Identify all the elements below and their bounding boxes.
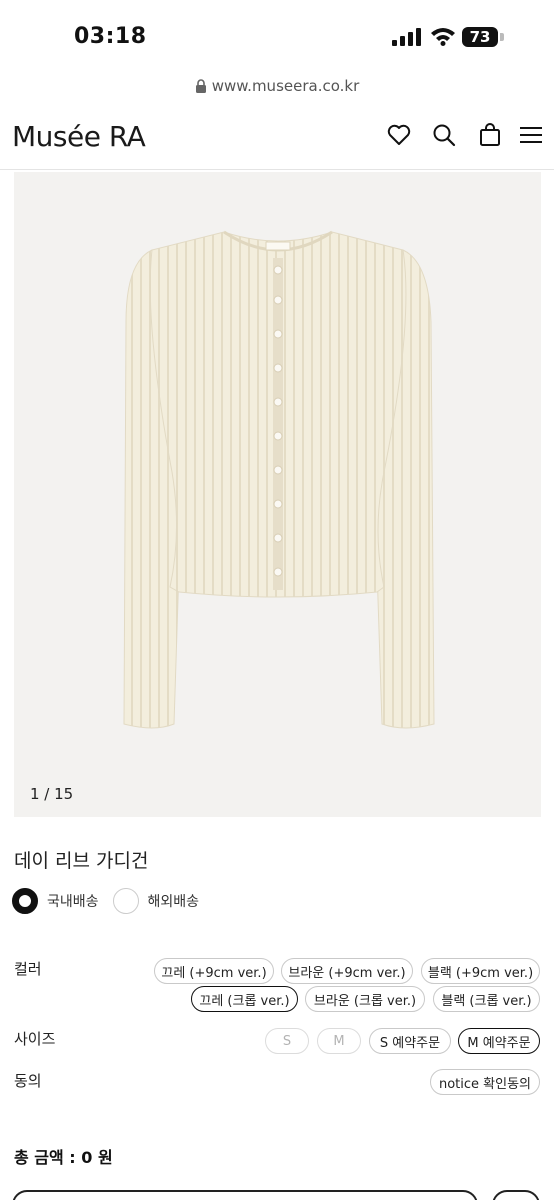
radio-domestic-label: 국내배송 — [47, 894, 99, 910]
color-label: 컬러 — [14, 960, 42, 978]
product-image[interactable]: 1 / 15 — [14, 172, 541, 817]
product-title: 데이 리브 가디건 — [14, 850, 149, 872]
color-chip-brown-9cm[interactable]: 브라운 (+9cm ver.) — [281, 958, 413, 984]
size-chip-s[interactable]: S — [265, 1028, 309, 1054]
bag-icon[interactable] — [477, 122, 503, 148]
size-chip-m-preorder[interactable]: M 예약주문 — [458, 1028, 540, 1054]
color-chip-kkre-crop[interactable]: 끄레 (크롭 ver.) — [191, 986, 298, 1012]
site-logo[interactable]: Musée RA — [12, 120, 146, 153]
radio-domestic[interactable] — [12, 888, 38, 914]
color-chip-kkre-9cm[interactable]: 끄레 (+9cm ver.) — [154, 958, 274, 984]
status-time: 03:18 — [74, 24, 147, 49]
radio-overseas[interactable] — [112, 888, 139, 914]
color-chip-brown-crop[interactable]: 브라운 (크롭 ver.) — [305, 986, 425, 1012]
consent-chip-notice[interactable]: notice 확인동의 — [430, 1069, 540, 1095]
url-bar[interactable]: www.museera.co.kr — [0, 74, 554, 98]
menu-icon[interactable] — [518, 122, 544, 148]
lock-icon — [195, 79, 206, 93]
cardigan-illustration — [123, 230, 435, 729]
size-chip-s-preorder[interactable]: S 예약주문 — [369, 1028, 451, 1054]
wifi-icon — [431, 28, 455, 46]
shipping-options: 국내배송 해외배송 — [12, 888, 213, 914]
color-chip-black-crop[interactable]: 블랙 (크롭 ver.) — [433, 986, 540, 1012]
search-icon[interactable] — [431, 122, 457, 148]
site-header: Musée RA — [0, 106, 554, 170]
status-bar: 03:18 73 — [0, 0, 554, 70]
size-label: 사이즈 — [14, 1030, 56, 1048]
radio-overseas-label: 해외배송 — [147, 894, 200, 910]
heart-icon[interactable] — [386, 122, 412, 148]
purchase-button[interactable] — [12, 1190, 478, 1200]
battery-indicator: 73 — [462, 27, 498, 47]
url-text: www.museera.co.kr — [211, 77, 360, 95]
image-counter: 1 / 15 — [30, 785, 74, 803]
wishlist-button[interactable] — [492, 1190, 540, 1200]
total-price: 총 금액 : 0 원 — [14, 1148, 113, 1167]
battery-nub — [500, 33, 504, 41]
color-chip-black-9cm[interactable]: 블랙 (+9cm ver.) — [421, 958, 540, 984]
cellular-signal-icon — [392, 28, 421, 46]
size-chip-m[interactable]: M — [317, 1028, 361, 1054]
consent-label: 동의 — [14, 1072, 42, 1090]
